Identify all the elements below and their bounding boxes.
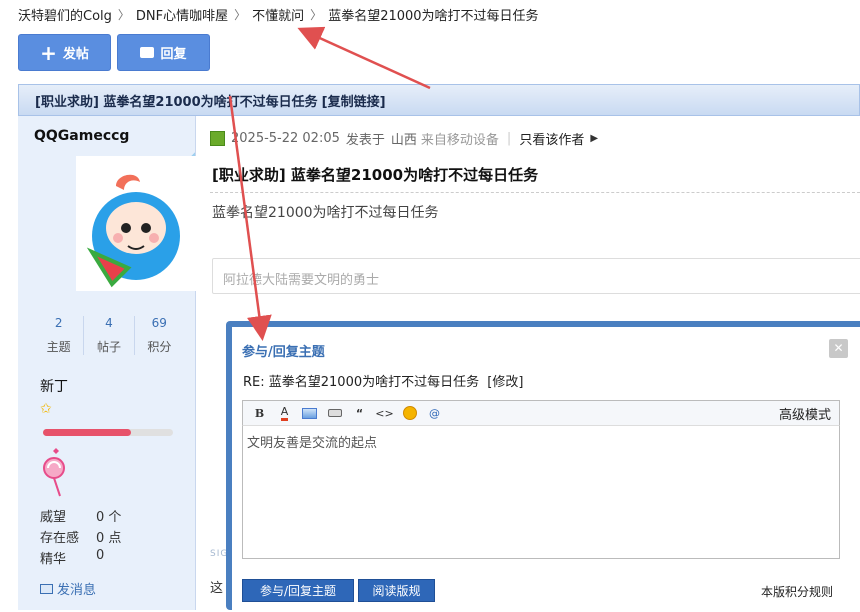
envelope-icon xyxy=(40,583,53,594)
post-body: 蓝拳名望21000为啥打不过每日任务 xyxy=(212,205,439,221)
emoji-icon[interactable] xyxy=(397,403,422,423)
stat-topics[interactable]: 2 主题 xyxy=(34,316,85,355)
author-stats: 2 主题 4 帖子 69 积分 xyxy=(34,316,184,355)
post-footer-text: 这 xyxy=(210,581,224,596)
meta-divider: | xyxy=(506,131,512,146)
points-rules-link[interactable]: 本版积分规则 xyxy=(761,583,833,600)
stat-points-value: 69 xyxy=(151,316,167,330)
submit-reply-button[interactable]: 参与/回复主题 xyxy=(242,579,354,602)
info-essence-key: 精华 xyxy=(40,552,67,567)
edit-subject-link[interactable]: [修改] xyxy=(487,375,523,390)
post-date: 2025-5-22 02:05 xyxy=(231,131,340,146)
arrow-to-category xyxy=(297,26,431,90)
at-icon[interactable]: @ xyxy=(422,403,447,423)
info-essence-value: 0 xyxy=(96,548,105,563)
caret-right-icon: ▶ xyxy=(590,133,599,144)
reply-subject-text: RE: 蓝拳名望21000为啥打不过每日任务 xyxy=(243,375,480,390)
divider xyxy=(210,192,860,193)
reply-dialog-body: 参与/回复主题 ✕ RE: 蓝拳名望21000为啥打不过每日任务 [修改] B … xyxy=(232,327,860,612)
new-post-button[interactable]: + 发帖 xyxy=(18,34,111,71)
reply-textarea[interactable]: 文明友善是交流的起点 xyxy=(242,426,840,559)
chevron-right-icon: 〉 xyxy=(310,7,323,22)
author-name[interactable]: QQGameccg xyxy=(34,128,129,144)
stat-points[interactable]: 69 积分 xyxy=(135,316,184,355)
level-progress-fill xyxy=(43,429,132,436)
info-presence: 存在感 0 点 xyxy=(40,527,121,548)
chevron-right-icon: 〉 xyxy=(117,7,130,22)
reply-dialog: 参与/回复主题 ✕ RE: 蓝拳名望21000为啥打不过每日任务 [修改] B … xyxy=(226,321,860,612)
posted-in-label: 发表于 xyxy=(345,133,385,148)
advanced-mode-link[interactable]: 高级模式 xyxy=(779,404,831,423)
stat-posts-label: 帖子 xyxy=(96,340,121,354)
avatar[interactable] xyxy=(76,156,196,291)
send-message-label: 发消息 xyxy=(57,583,97,598)
breadcrumb: 沃特碧们的Colg 〉 DNF心情咖啡屋 〉 不懂就问 〉 蓝拳名望21000为… xyxy=(18,5,539,24)
quote-icon[interactable]: “ xyxy=(347,403,372,423)
info-reputation: 威望 0 个 xyxy=(40,506,121,527)
editor-toolbar: B A “ <> @ 高级模式 xyxy=(242,400,840,426)
author-only-link[interactable]: 只看该作者 xyxy=(519,129,584,148)
topic-title-bar: [职业求助] 蓝拳名望21000为啥打不过每日任务 [复制链接] xyxy=(18,84,860,116)
info-essence: 精华 0 xyxy=(40,548,121,569)
reply-label: 回复 xyxy=(160,47,187,62)
info-reputation-value: 0 个 xyxy=(96,510,122,525)
breadcrumb-item-category[interactable]: 不懂就问 xyxy=(252,5,304,24)
chevron-right-icon: 〉 xyxy=(234,7,247,22)
image-icon[interactable] xyxy=(297,403,322,423)
author-info: 威望 0 个 存在感 0 点 精华 0 xyxy=(40,506,121,569)
topic-title: [职业求助] 蓝拳名望21000为啥打不过每日任务 xyxy=(35,94,318,110)
info-presence-key: 存在感 xyxy=(40,531,80,546)
lollipop-medal-icon[interactable] xyxy=(40,446,68,502)
breadcrumb-item-forum-home[interactable]: 沃特碧们的Colg xyxy=(18,5,112,24)
stat-posts[interactable]: 4 帖子 xyxy=(84,316,135,355)
stat-topics-value: 2 xyxy=(54,316,63,330)
post-title: [职业求助] 蓝拳名望21000为啥打不过每日任务 xyxy=(212,166,539,184)
attachment-icon[interactable] xyxy=(322,403,347,423)
user-rank: 新丁 xyxy=(40,379,68,395)
send-message-link[interactable]: 发消息 xyxy=(40,579,96,598)
reply-dialog-title: 参与/回复主题 xyxy=(242,345,325,360)
stat-points-label: 积分 xyxy=(147,340,172,354)
star-icon: ✩ xyxy=(40,401,52,417)
read-rules-button[interactable]: 阅读版规 xyxy=(358,579,435,602)
post-device: 来自移动设备 xyxy=(420,133,499,148)
level-progress-bar xyxy=(43,429,173,436)
author-sidebar: QQGameccg 2 主题 4 帖子 69 积分 新丁 ✩ 威望 0 个 存在… xyxy=(18,116,196,610)
plus-icon: + xyxy=(40,40,57,65)
reply-subject: RE: 蓝拳名望21000为啥打不过每日任务 [修改] xyxy=(243,371,523,390)
code-icon[interactable]: <> xyxy=(372,403,397,423)
copy-link-button[interactable]: [复制链接] xyxy=(322,91,386,110)
reply-button[interactable]: 回复 xyxy=(117,34,210,71)
speech-bubble-icon xyxy=(140,47,155,58)
stat-topics-label: 主题 xyxy=(46,340,71,354)
quick-reply-input[interactable]: 阿拉德大陆需要文明的勇士 xyxy=(212,258,860,294)
post-status-icon xyxy=(210,131,225,146)
breadcrumb-item-topic[interactable]: 蓝拳名望21000为啥打不过每日任务 xyxy=(328,5,538,24)
info-reputation-key: 威望 xyxy=(40,510,67,525)
font-color-icon[interactable]: A xyxy=(272,403,297,423)
post-meta: 2025-5-22 02:05 发表于 山西 来自移动设备 | 只看该作者 ▶ xyxy=(210,129,598,148)
close-icon[interactable]: ✕ xyxy=(829,339,848,358)
new-post-label: 发帖 xyxy=(62,47,89,62)
stat-posts-value: 4 xyxy=(105,316,113,330)
bold-icon[interactable]: B xyxy=(247,403,272,423)
info-presence-value: 0 点 xyxy=(96,531,122,546)
breadcrumb-item-board[interactable]: DNF心情咖啡屋 xyxy=(136,5,228,24)
post-location: 山西 xyxy=(390,133,417,148)
